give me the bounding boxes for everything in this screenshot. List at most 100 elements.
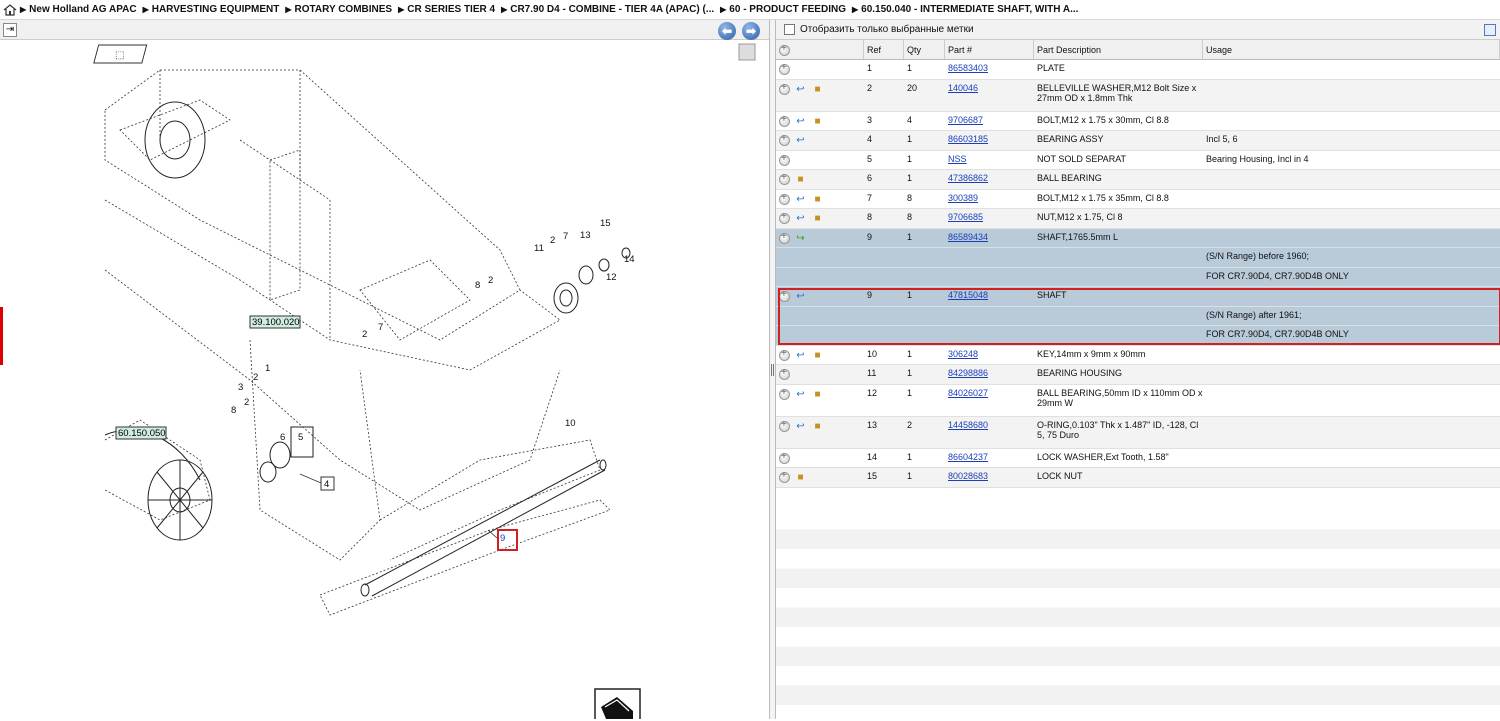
expand-row-icon[interactable] <box>779 232 790 244</box>
export-icon[interactable]: ⇥ <box>3 23 17 37</box>
package-icon[interactable]: ■ <box>811 389 824 400</box>
table-row[interactable]: ↩ ■ 7 8 300389 BOLT,M12 x 1.75 x 35mm, Cl… <box>776 190 1500 209</box>
replacement-info-icon[interactable]: ↩ <box>794 135 807 146</box>
table-row-usage-note[interactable]: (S/N Range) before 1960; <box>776 248 1500 268</box>
part-number-link[interactable]: NSS <box>948 154 967 164</box>
table-row[interactable]: ↩ ■ 13 2 14458680 O-RING,0.103" Thk x 1.4… <box>776 416 1500 449</box>
diagram-label[interactable]: 4 <box>324 479 329 490</box>
expand-row-icon[interactable] <box>779 420 790 432</box>
diagram-label[interactable]: 10 <box>565 418 576 429</box>
package-icon[interactable]: ■ <box>811 350 824 361</box>
diagram-label[interactable]: 5 <box>298 432 303 443</box>
next-diagram-icon[interactable] <box>594 688 641 721</box>
table-row-shaft-after-1961[interactable]: ↩ 9 1 47815048 SHAFT <box>776 287 1500 307</box>
replacement-info-icon[interactable]: ↩ <box>794 194 807 205</box>
part-number-link[interactable]: 9706685 <box>948 212 983 222</box>
expand-row-icon[interactable] <box>779 134 790 146</box>
table-row-usage-note[interactable]: (S/N Range) after 1961; <box>776 306 1500 326</box>
package-icon[interactable]: ■ <box>794 174 807 185</box>
part-number-link[interactable]: 140046 <box>948 83 978 93</box>
column-picker-icon[interactable] <box>1484 24 1496 36</box>
part-number-link[interactable]: 306248 <box>948 349 978 359</box>
part-number-link[interactable]: 84026027 <box>948 388 988 398</box>
replacement-info-icon[interactable]: ↩ <box>794 213 807 224</box>
package-icon[interactable]: ■ <box>794 472 807 483</box>
replacement-info-icon[interactable]: ↩ <box>794 421 807 432</box>
table-row-usage-note[interactable]: FOR CR7.90D4, CR7.90D4B ONLY <box>776 326 1500 346</box>
table-row[interactable]: ↩ ■ 10 1 306248 KEY,14mm x 9mm x 90mm <box>776 346 1500 365</box>
package-icon[interactable]: ■ <box>811 213 824 224</box>
part-number-link[interactable]: 47815048 <box>948 290 988 300</box>
replacement-info-icon[interactable]: ↩ <box>794 116 807 127</box>
breadcrumb-item[interactable]: ▶ New Holland AG APAC <box>20 4 137 15</box>
breadcrumb-item[interactable]: ▶ 60 - PRODUCT FEEDING <box>720 4 846 15</box>
breadcrumb-item[interactable]: ▶ CR SERIES TIER 4 <box>398 4 495 15</box>
package-icon[interactable]: ■ <box>811 116 824 127</box>
expand-row-icon[interactable] <box>779 83 790 95</box>
diagram-label[interactable]: 15 <box>600 218 611 229</box>
expand-row-icon[interactable] <box>779 471 790 483</box>
table-row[interactable]: 11 1 84298886 BEARING HOUSING <box>776 365 1500 385</box>
breadcrumb-item[interactable]: ▶ ROTARY COMBINES <box>285 4 392 15</box>
exploded-parts-diagram[interactable]: ⬚ 15 13 7 2 11 14 12 2 8 7 2 1 2 3 2 8 6… <box>0 40 770 721</box>
table-row[interactable]: ↩ ■ 2 20 140046 BELLEVILLE WASHER,M12 Bol… <box>776 79 1500 112</box>
splitter-grip-icon[interactable] <box>771 364 774 376</box>
diagram-label[interactable]: 2 <box>244 397 249 408</box>
expand-all-icon[interactable] <box>779 44 790 56</box>
diagram-label[interactable]: 8 <box>231 405 236 416</box>
diagram-label[interactable]: 2 <box>362 329 367 340</box>
diagram-label[interactable]: 7 <box>378 322 383 333</box>
table-row[interactable]: 5 1 NSS NOT SOLD SEPARAT Bearing Housing… <box>776 151 1500 170</box>
diagram-label[interactable]: 8 <box>475 280 480 291</box>
expand-row-icon[interactable] <box>779 154 790 166</box>
table-row-usage-note[interactable]: FOR CR7.90D4, CR7.90D4B ONLY <box>776 267 1500 287</box>
expand-row-icon[interactable] <box>779 290 790 302</box>
expand-row-icon[interactable] <box>779 63 790 75</box>
expand-row-icon[interactable] <box>779 115 790 127</box>
table-row[interactable]: ■ 6 1 47386862 BALL BEARING <box>776 170 1500 190</box>
diagram-label[interactable]: 7 <box>563 231 568 242</box>
expand-row-icon[interactable] <box>779 212 790 224</box>
expand-row-icon[interactable] <box>779 388 790 400</box>
table-row[interactable]: ↩ ■ 8 8 9706685 NUT,M12 x 1.75, Cl 8 <box>776 209 1500 229</box>
superseded-arrow-icon[interactable]: ↪ <box>794 233 807 244</box>
part-number-link[interactable]: 86583403 <box>948 63 988 73</box>
package-icon[interactable]: ■ <box>811 84 824 95</box>
part-number-link[interactable]: 14458680 <box>948 420 988 430</box>
expand-row-icon[interactable] <box>779 173 790 185</box>
breadcrumb-item[interactable]: ▶ CR7.90 D4 - COMBINE - TIER 4A (APAC) (.… <box>501 4 714 15</box>
replacement-info-icon[interactable]: ↩ <box>794 389 807 400</box>
table-row[interactable]: 14 1 86604237 LOCK WASHER,Ext Tooth, 1.5… <box>776 449 1500 468</box>
part-number-link[interactable]: 80028683 <box>948 471 988 481</box>
part-number-link[interactable]: 47386862 <box>948 173 988 183</box>
table-row-shaft-before-1960[interactable]: ↪ 9 1 86589434 SHAFT,1765.5mm L <box>776 228 1500 248</box>
column-header-description[interactable]: Part Description <box>1034 40 1203 59</box>
part-number-link[interactable]: 300389 <box>948 193 978 203</box>
table-row[interactable]: ↩ 4 1 86603185 BEARING ASSY Incl 5, 6 <box>776 131 1500 151</box>
expand-row-icon[interactable] <box>779 452 790 464</box>
diagram-label[interactable]: 12 <box>606 272 617 283</box>
diagram-label[interactable]: 2 <box>488 275 493 286</box>
diagram-label[interactable]: 2 <box>550 235 555 246</box>
next-page-button[interactable]: ➡ <box>742 22 760 40</box>
previous-page-button[interactable]: ⬅ <box>718 22 736 40</box>
callout-label[interactable]: 39.100.020 <box>252 317 300 328</box>
show-selected-only-checkbox[interactable] <box>784 24 795 35</box>
column-header-part-number[interactable]: Part # <box>945 40 1034 59</box>
table-row[interactable]: ↩ ■ 3 4 9706687 BOLT,M12 x 1.75 x 30mm, C… <box>776 112 1500 131</box>
package-icon[interactable]: ■ <box>811 194 824 205</box>
table-row[interactable]: 1 1 86583403 PLATE <box>776 60 1500 80</box>
part-number-link[interactable]: 86604237 <box>948 452 988 462</box>
expand-row-icon[interactable] <box>779 193 790 205</box>
home-icon[interactable] <box>0 0 20 19</box>
diagram-label[interactable]: 1 <box>265 363 270 374</box>
diagram-label[interactable]: 14 <box>624 254 635 265</box>
diagram-label[interactable]: 11 <box>534 243 544 254</box>
diagram-label[interactable]: 3 <box>238 382 243 393</box>
replacement-info-icon[interactable]: ↩ <box>794 350 807 361</box>
part-number-link[interactable]: 84298886 <box>948 368 988 378</box>
package-icon[interactable]: ■ <box>811 421 824 432</box>
replacement-info-icon[interactable]: ↩ <box>794 291 807 302</box>
callout-label[interactable]: 60.150.050 <box>118 428 166 439</box>
breadcrumb-item-current[interactable]: ▶ 60.150.040 - INTERMEDIATE SHAFT, WITH A… <box>852 4 1078 15</box>
